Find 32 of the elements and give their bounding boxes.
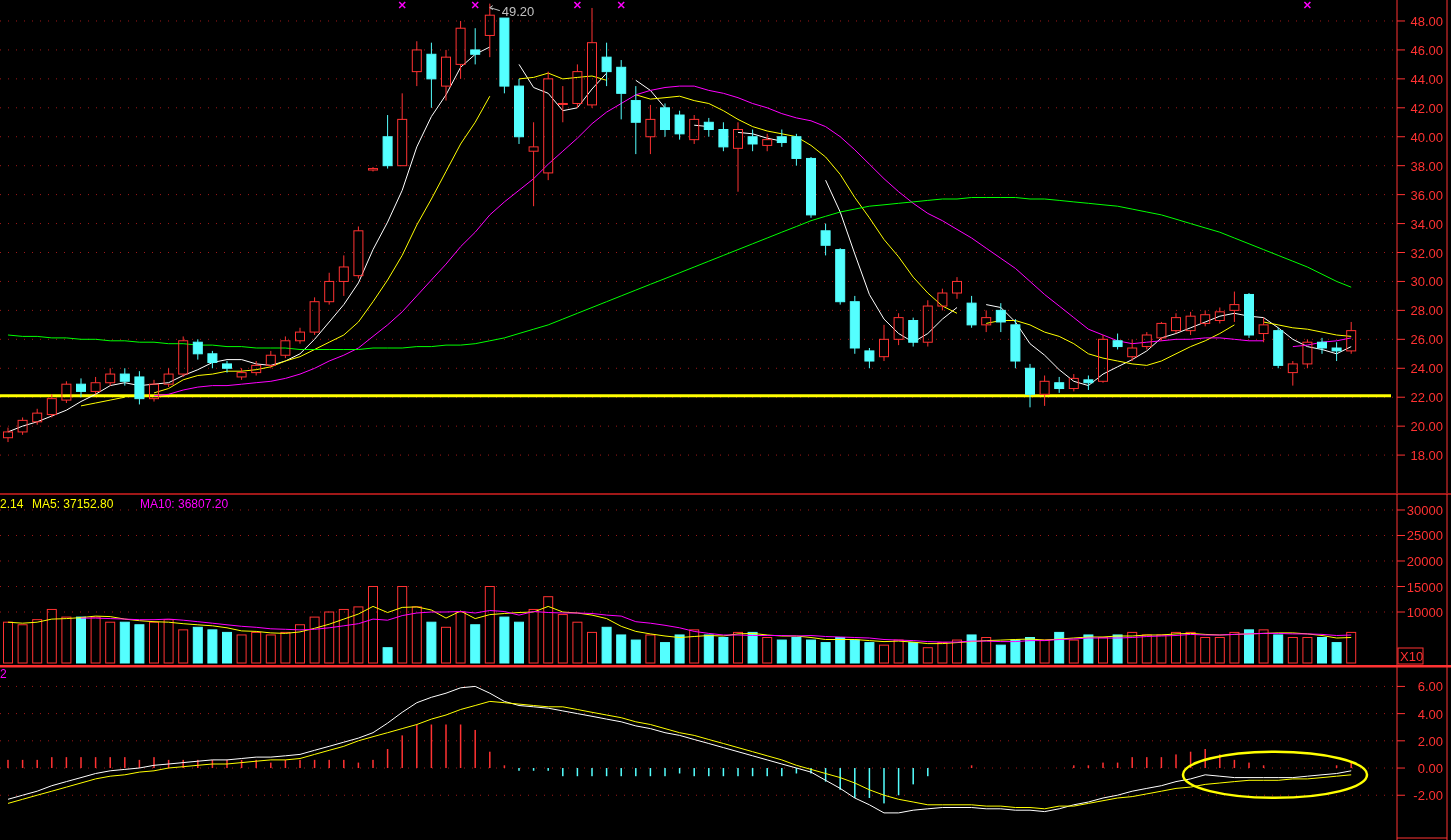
legend-text: MA5: 37152.80	[32, 497, 114, 511]
axis-tick-label: 20000	[1406, 554, 1443, 569]
axis-tick-label: 20.00	[1410, 419, 1443, 435]
axis-tick-label: 2.00	[1417, 733, 1443, 749]
high-price-label: 49.20	[501, 3, 535, 19]
axis-tick-label: 22.00	[1410, 390, 1443, 406]
axis-tick-label: 38.00	[1410, 158, 1443, 174]
axis-tick-label: 15000	[1406, 579, 1443, 595]
unit-label: X10	[1400, 649, 1424, 664]
axis-tick-label: 44.00	[1410, 71, 1443, 87]
axis-tick-label: 32.00	[1410, 245, 1443, 261]
axis-tick-label: 36.00	[1410, 187, 1443, 203]
legend-text: 2.14	[0, 497, 24, 511]
axis-tick-label: 25000	[1406, 528, 1443, 544]
axis-tick-label: 40.00	[1410, 129, 1443, 145]
legend-text: 2	[0, 667, 7, 681]
axis-tick-label: -2.00	[1413, 788, 1443, 804]
axis-tick-label: 4.00	[1417, 706, 1443, 722]
axis-tick-label: 48.00	[1410, 14, 1443, 29]
axis-tick-label: 46.00	[1410, 42, 1443, 58]
legend-text: MA10: 36807.20	[140, 497, 229, 511]
axis-tick-label: 0.00	[1417, 761, 1443, 777]
axis-tick-label: 34.00	[1410, 216, 1443, 232]
axis-tick-label: 6.00	[1417, 679, 1443, 695]
axis-tick-label: 28.00	[1410, 303, 1443, 319]
axis-tick-label: 30000	[1406, 503, 1443, 518]
axis-tick-label: 10000	[1406, 605, 1443, 620]
axis-tick-label: 26.00	[1410, 332, 1443, 348]
axis-tick-label: 30.00	[1410, 274, 1443, 290]
axis-tick-label: 18.00	[1410, 448, 1443, 464]
axis-tick-label: 42.00	[1410, 100, 1443, 116]
axis-tick-label: 24.00	[1410, 361, 1443, 377]
